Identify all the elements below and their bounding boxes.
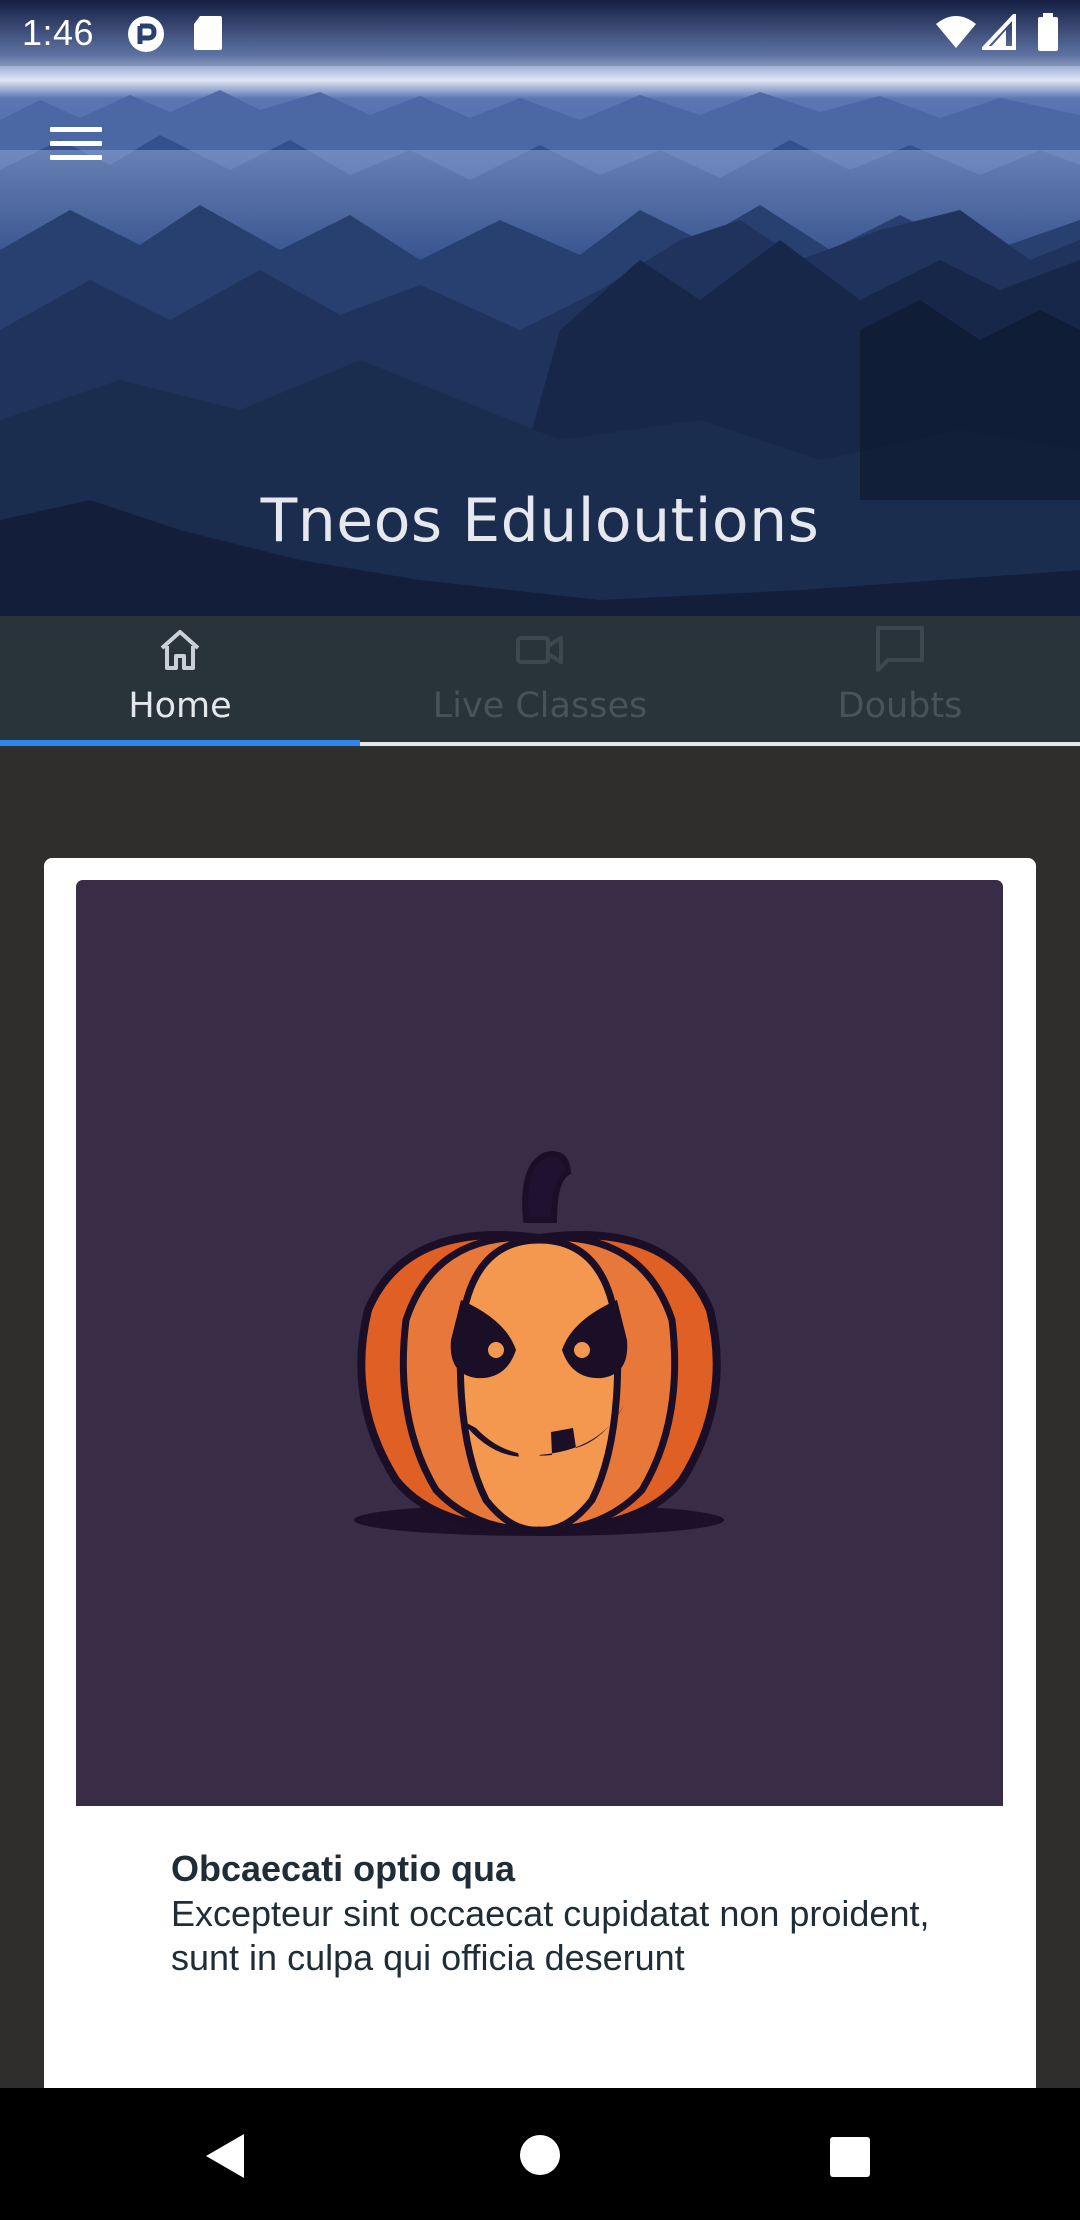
video-camera-icon <box>516 636 563 664</box>
tab-label: Home <box>128 686 232 726</box>
home-circle-icon[interactable] <box>519 2134 561 2176</box>
tab-live-classes[interactable]: Live Classes <box>360 616 720 748</box>
card-description: Excepteur sint occaecat cupidatat non pr… <box>171 1893 930 1978</box>
card-title: Obcaecati optio qua <box>171 1848 516 1889</box>
system-navigation-bar <box>0 2088 1080 2220</box>
chat-bubble-icon <box>876 626 924 672</box>
tab-label: Live Classes <box>432 686 648 726</box>
notification-badge-icon <box>128 16 164 52</box>
hamburger-menu-icon <box>50 127 102 132</box>
status-time: 1:46 <box>22 12 95 53</box>
card-image <box>76 880 1003 1806</box>
status-bar: 1:46 <box>0 0 1080 66</box>
jack-o-lantern-pumpkin-illustration <box>354 1151 724 1536</box>
tab-doubts[interactable]: Doubts <box>720 616 1080 748</box>
back-triangle-icon[interactable] <box>204 2132 248 2180</box>
tab-label: Doubts <box>837 686 963 726</box>
hamburger-line <box>50 141 102 146</box>
home-icon <box>160 630 200 670</box>
cellular-signal-icon <box>982 14 1016 50</box>
tab-home[interactable]: Home <box>0 616 360 748</box>
battery-icon <box>1038 13 1058 51</box>
sd-card-icon <box>194 16 222 50</box>
recents-square-icon[interactable] <box>829 2136 871 2178</box>
header-banner: 1:46 Tneos Eduloutions <box>0 0 1080 616</box>
hamburger-menu-button[interactable] <box>40 118 114 172</box>
tab-bar: Home Live Classes Doubts <box>0 616 1080 748</box>
wifi-icon <box>936 16 976 48</box>
content-card[interactable]: Obcaecati optio qua Excepteur sint occae… <box>44 858 1036 2220</box>
app-screen: 1:46 Tneos Eduloutions Home Live Classes… <box>0 0 1080 2220</box>
app-title: Tneos Eduloutions <box>260 486 820 556</box>
tab-selected-indicator <box>0 740 360 746</box>
hamburger-line <box>50 155 102 160</box>
